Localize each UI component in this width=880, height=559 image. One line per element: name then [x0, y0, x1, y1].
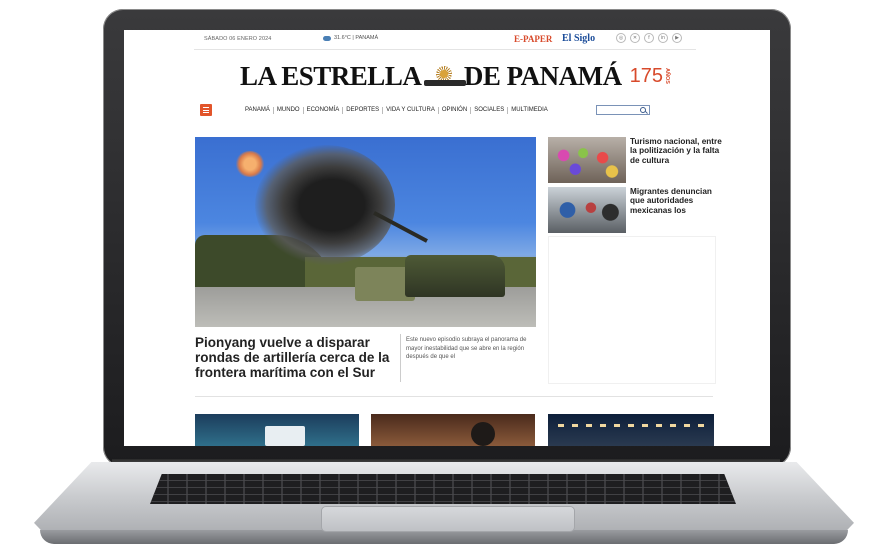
linkedin-icon[interactable]: in	[658, 33, 668, 43]
logo-text-left: LA ESTRELLA	[240, 60, 422, 91]
nav-item-deportes[interactable]: DEPORTES	[343, 107, 384, 114]
story-thumbnail[interactable]	[371, 414, 535, 446]
nav-item-sociales[interactable]: SOCIALES	[471, 107, 509, 114]
nav-item-mundo[interactable]: MUNDO	[274, 107, 304, 114]
instagram-icon[interactable]: ◎	[616, 33, 626, 43]
side-story[interactable]: Turismo nacional, entre la politización …	[548, 137, 728, 185]
x-icon[interactable]: ✕	[630, 33, 640, 43]
youtube-icon[interactable]: ▶	[672, 33, 682, 43]
hero-divider	[400, 334, 401, 382]
el-siglo-link[interactable]: El Siglo	[562, 33, 595, 44]
nav-item-opinion[interactable]: OPINIÓN	[439, 107, 472, 114]
side-story-headline[interactable]: Turismo nacional, entre la politización …	[630, 137, 722, 165]
nav-item-economia[interactable]: ECONOMÍA	[304, 107, 344, 114]
weather-widget[interactable]: 31.6°C | PANAMÁ	[323, 35, 378, 41]
search-icon[interactable]	[640, 107, 646, 113]
story-thumbnail[interactable]	[548, 414, 714, 446]
facebook-icon[interactable]: f	[644, 33, 654, 43]
ad-placeholder	[548, 236, 716, 384]
main-nav: PANAMÁ MUNDO ECONOMÍA DEPORTES VIDA Y CU…	[242, 107, 551, 114]
laptop-keyboard	[150, 474, 736, 504]
hero-description: Este nuevo episodio subraya el panorama …	[406, 337, 527, 361]
side-story[interactable]: Migrantes denuncian que autoridades mexi…	[548, 187, 728, 235]
anniversary-label: AÑOS	[664, 68, 670, 84]
nav-item-vida-y-cultura[interactable]: VIDA Y CULTURA	[383, 107, 439, 114]
section-divider	[195, 396, 713, 397]
sun-emblem-icon	[422, 62, 467, 90]
epaper-link[interactable]: E-PAPER	[514, 34, 552, 44]
story-thumbnail[interactable]	[195, 414, 359, 446]
side-story-thumbnail[interactable]	[548, 187, 626, 233]
nav-item-panama[interactable]: PANAMÁ	[242, 107, 274, 114]
cloud-icon	[323, 35, 331, 41]
laptop-base-edge	[40, 530, 848, 544]
search-input[interactable]	[596, 105, 650, 115]
masthead-logo[interactable]: LA ESTRELLA DE PANAMÁ 175 AÑOS	[240, 59, 670, 93]
side-story-headline[interactable]: Migrantes denuncian que autoridades mexi…	[630, 187, 722, 215]
hero-headline[interactable]: Pionyang vuelve a disparar rondas de art…	[195, 335, 395, 380]
nav-item-multimedia[interactable]: MULTIMEDIA	[508, 107, 551, 114]
social-links: ◎ ✕ f in ▶	[616, 33, 682, 43]
laptop-trackpad	[322, 507, 574, 531]
hamburger-menu-icon[interactable]	[200, 104, 212, 116]
top-divider	[194, 49, 696, 50]
top-bar: SÁBADO 06 ENERO 2024 31.6°C | PANAMÁ E-P…	[124, 30, 770, 50]
date-label: SÁBADO 06 ENERO 2024	[204, 36, 272, 42]
anniversary-number: 175	[629, 64, 663, 87]
logo-text-right: DE PANAMÁ	[463, 60, 622, 91]
side-story-thumbnail[interactable]	[548, 137, 626, 183]
browser-screen: SÁBADO 06 ENERO 2024 31.6°C | PANAMÁ E-P…	[124, 30, 770, 446]
hero-image[interactable]	[195, 137, 536, 327]
weather-label: 31.6°C | PANAMÁ	[334, 35, 379, 41]
